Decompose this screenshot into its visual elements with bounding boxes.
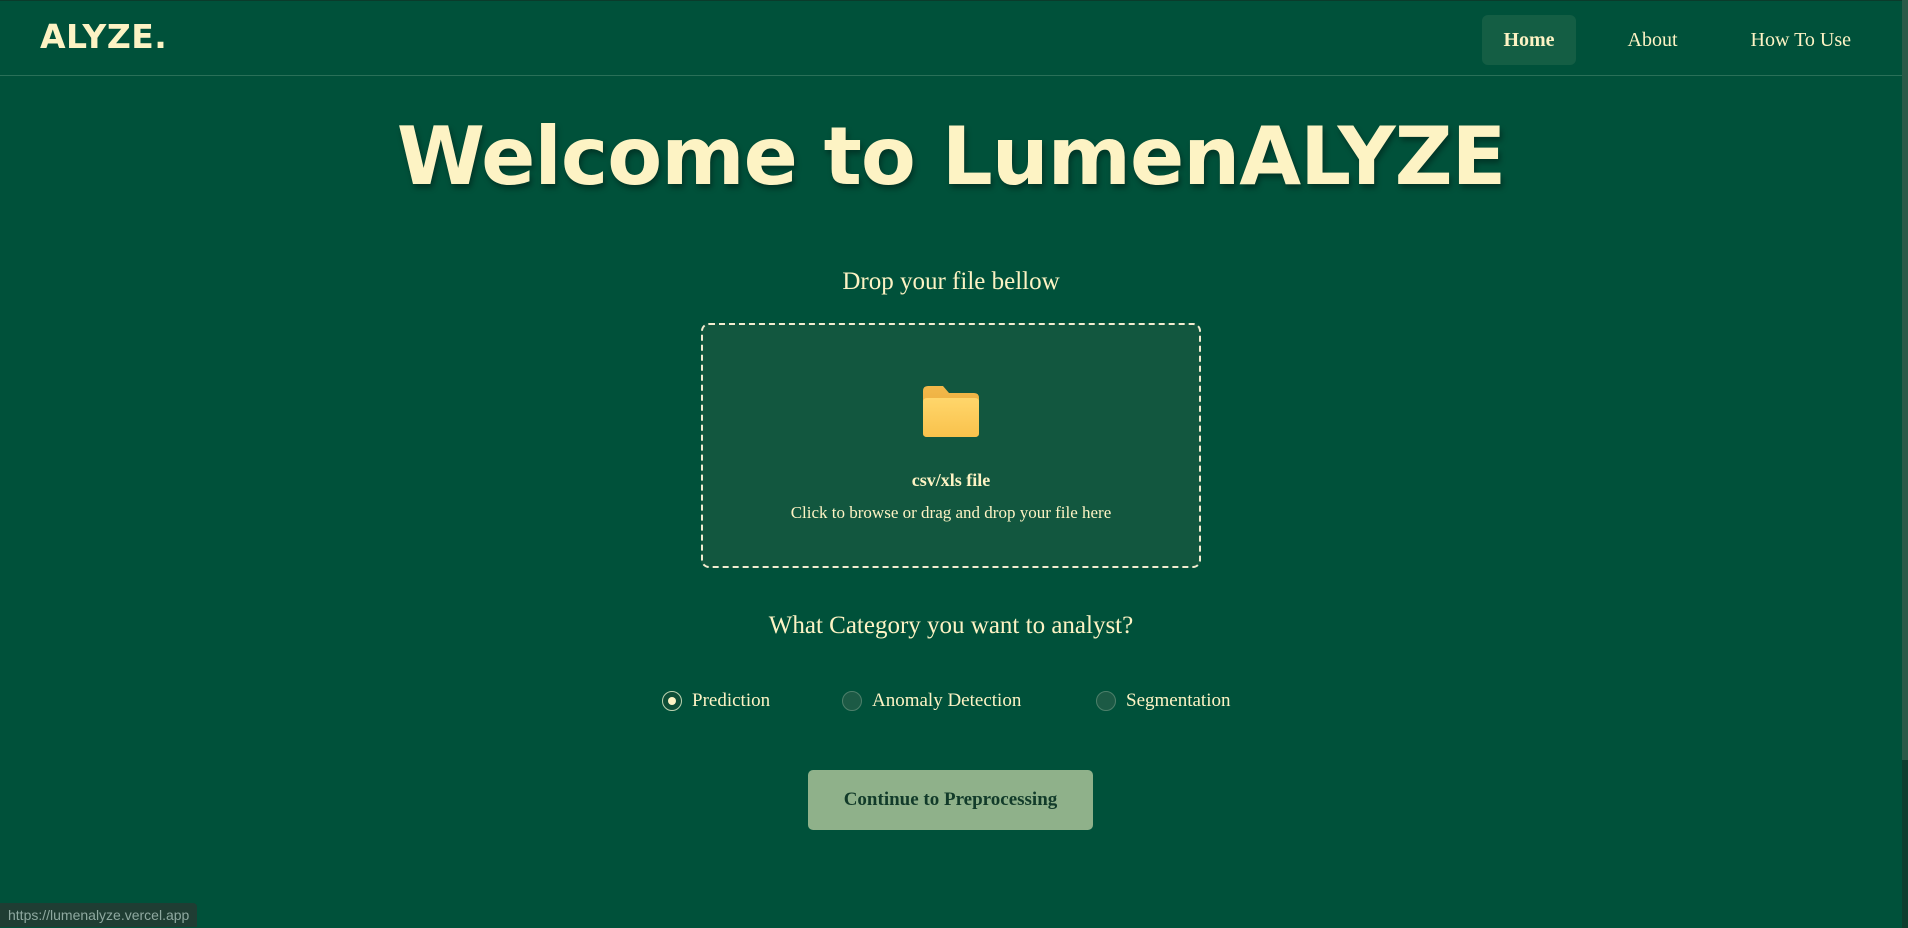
continue-button[interactable]: Continue to Preprocessing [808, 770, 1093, 830]
upload-label: Drop your file bellow [842, 268, 1060, 295]
page-title: Welcome to LumenALYZE [396, 110, 1507, 203]
radio-option-segmentation[interactable]: Segmentation [1096, 690, 1230, 712]
file-dropzone[interactable]: csv/xls file Click to browse or drag and… [701, 323, 1201, 568]
category-radio-group: Prediction Anomaly Detection Segmentatio… [0, 690, 1902, 720]
radio-anomaly-detection[interactable] [842, 691, 862, 711]
navbar: ALYZE. Home About How To Use [0, 0, 1902, 76]
nav-links: Home About How To Use [1451, 15, 1872, 65]
folder-icon [923, 386, 979, 437]
radio-option-prediction[interactable]: Prediction [662, 690, 770, 712]
radio-label-segmentation: Segmentation [1126, 690, 1231, 711]
scrollbar-thumb[interactable] [1902, 0, 1908, 760]
radio-segmentation[interactable] [1096, 691, 1116, 711]
radio-label-anomaly-detection: Anomaly Detection [872, 690, 1022, 711]
radio-option-anomaly-detection[interactable]: Anomaly Detection [842, 690, 1021, 712]
radio-label-prediction: Prediction [692, 690, 771, 711]
radio-prediction[interactable] [662, 691, 682, 711]
nav-link-about[interactable]: About [1607, 15, 1699, 65]
nav-link-home[interactable]: Home [1482, 15, 1576, 65]
page-scrollbar[interactable] [1902, 0, 1908, 928]
dropzone-hint: Click to browse or drag and drop your fi… [790, 503, 1112, 522]
status-bar-url: https://lumenalyze.vercel.app [0, 903, 198, 927]
file-type-label: csv/xls file [911, 470, 991, 490]
category-question: What Category you want to analyst? [768, 612, 1134, 639]
nav-link-how-to-use[interactable]: How To Use [1730, 15, 1872, 65]
brand-logo[interactable]: ALYZE. [40, 17, 167, 56]
